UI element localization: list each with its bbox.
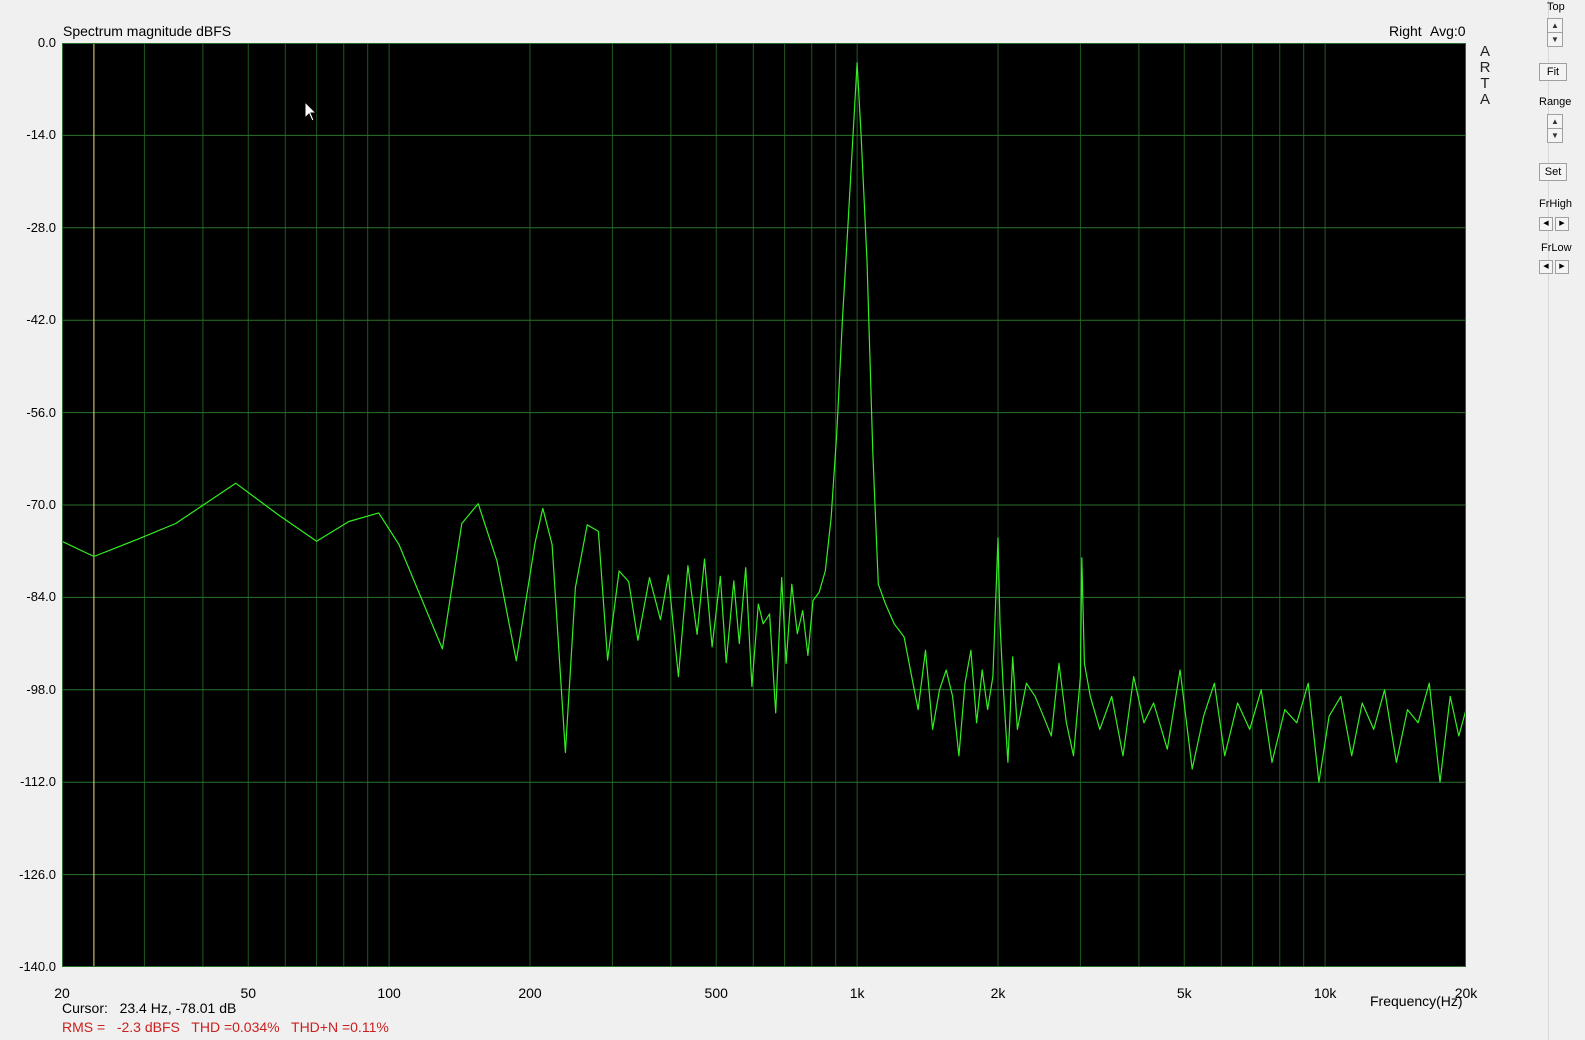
fit-button[interactable]: Fit xyxy=(1539,63,1567,81)
frlow-right-arrow-icon[interactable]: ▶ xyxy=(1555,260,1569,274)
set-button[interactable]: Set xyxy=(1539,163,1567,181)
y-tick-label: -56.0 xyxy=(26,404,56,420)
range-down-arrow-icon[interactable]: ▼ xyxy=(1548,128,1562,142)
frhigh-left-arrow-icon[interactable]: ◀ xyxy=(1539,217,1553,231)
x-tick-label: 10k xyxy=(1313,985,1337,1001)
x-tick-label: 50 xyxy=(240,985,257,1001)
frlow-left-arrow-icon[interactable]: ◀ xyxy=(1539,260,1553,274)
arta-spectrum-window: Spectrum magnitude dBFS Right Avg:0 0.0 -… xyxy=(0,0,1585,1040)
arta-watermark: A R T A xyxy=(1477,44,1493,108)
watermark-letter: R xyxy=(1479,59,1491,76)
top-label: Top xyxy=(1547,1,1565,13)
cursor-readout-label: Cursor: xyxy=(62,1000,108,1016)
watermark-letter: A xyxy=(1479,43,1490,60)
side-panel: Top ▲ ▼ Fit Range ▲ ▼ Set FrHigh ◀ ▶ FrL… xyxy=(1539,0,1585,1040)
x-axis-title: Frequency(Hz) xyxy=(1370,993,1463,1009)
x-tick-label: 1k xyxy=(849,985,865,1001)
y-tick-label: -126.0 xyxy=(19,866,56,882)
x-tick-label: 2k xyxy=(990,985,1006,1001)
range-label: Range xyxy=(1539,96,1572,108)
y-tick-label: -112.0 xyxy=(20,774,56,790)
range-up-arrow-icon[interactable]: ▲ xyxy=(1548,115,1562,128)
x-tick-label: 200 xyxy=(518,985,542,1001)
watermark-letter: A xyxy=(1479,91,1490,108)
y-tick-label: -14.0 xyxy=(26,127,56,143)
x-tick-label: 500 xyxy=(704,985,728,1001)
frhigh-label: FrHigh xyxy=(1539,198,1573,210)
frlow-spinner[interactable]: ◀ ▶ xyxy=(1539,260,1571,274)
y-tick-label: 0.0 xyxy=(37,35,56,50)
frlow-label: FrLow xyxy=(1541,242,1572,254)
range-spinner[interactable]: ▲ ▼ xyxy=(1547,114,1563,143)
x-tick-label: 5k xyxy=(1176,985,1192,1001)
avg-label: Avg:0 xyxy=(1430,23,1466,39)
y-tick-label: -98.0 xyxy=(26,681,56,697)
top-spinner[interactable]: ▲ ▼ xyxy=(1547,18,1563,47)
top-down-arrow-icon[interactable]: ▼ xyxy=(1548,32,1562,46)
mouse-pointer-icon xyxy=(304,101,318,122)
cursor-readout-value: 23.4 Hz, -78.01 dB xyxy=(119,1000,237,1016)
cursor-readout: Cursor: 23.4 Hz, -78.01 dB xyxy=(62,1000,236,1016)
top-up-arrow-icon[interactable]: ▲ xyxy=(1548,19,1562,32)
y-tick-label: -84.0 xyxy=(26,589,56,605)
y-tick-label: -42.0 xyxy=(26,312,56,328)
watermark-letter: T xyxy=(1480,75,1490,92)
spectrum-plot[interactable] xyxy=(62,43,1466,967)
frhigh-spinner[interactable]: ◀ ▶ xyxy=(1539,217,1571,231)
y-tick-label: -70.0 xyxy=(26,497,56,512)
channel-label: Right xyxy=(1389,23,1422,39)
measurement-stats: RMS = -2.3 dBFS THD =0.034% THD+N =0.11% xyxy=(62,1019,389,1035)
chart-title: Spectrum magnitude dBFS xyxy=(63,23,232,39)
x-tick-label: 100 xyxy=(377,985,401,1001)
y-tick-label: -28.0 xyxy=(26,219,56,235)
frhigh-right-arrow-icon[interactable]: ▶ xyxy=(1555,217,1569,231)
x-tick-label: 20 xyxy=(54,985,70,1001)
y-tick-label: -140.0 xyxy=(19,959,56,974)
